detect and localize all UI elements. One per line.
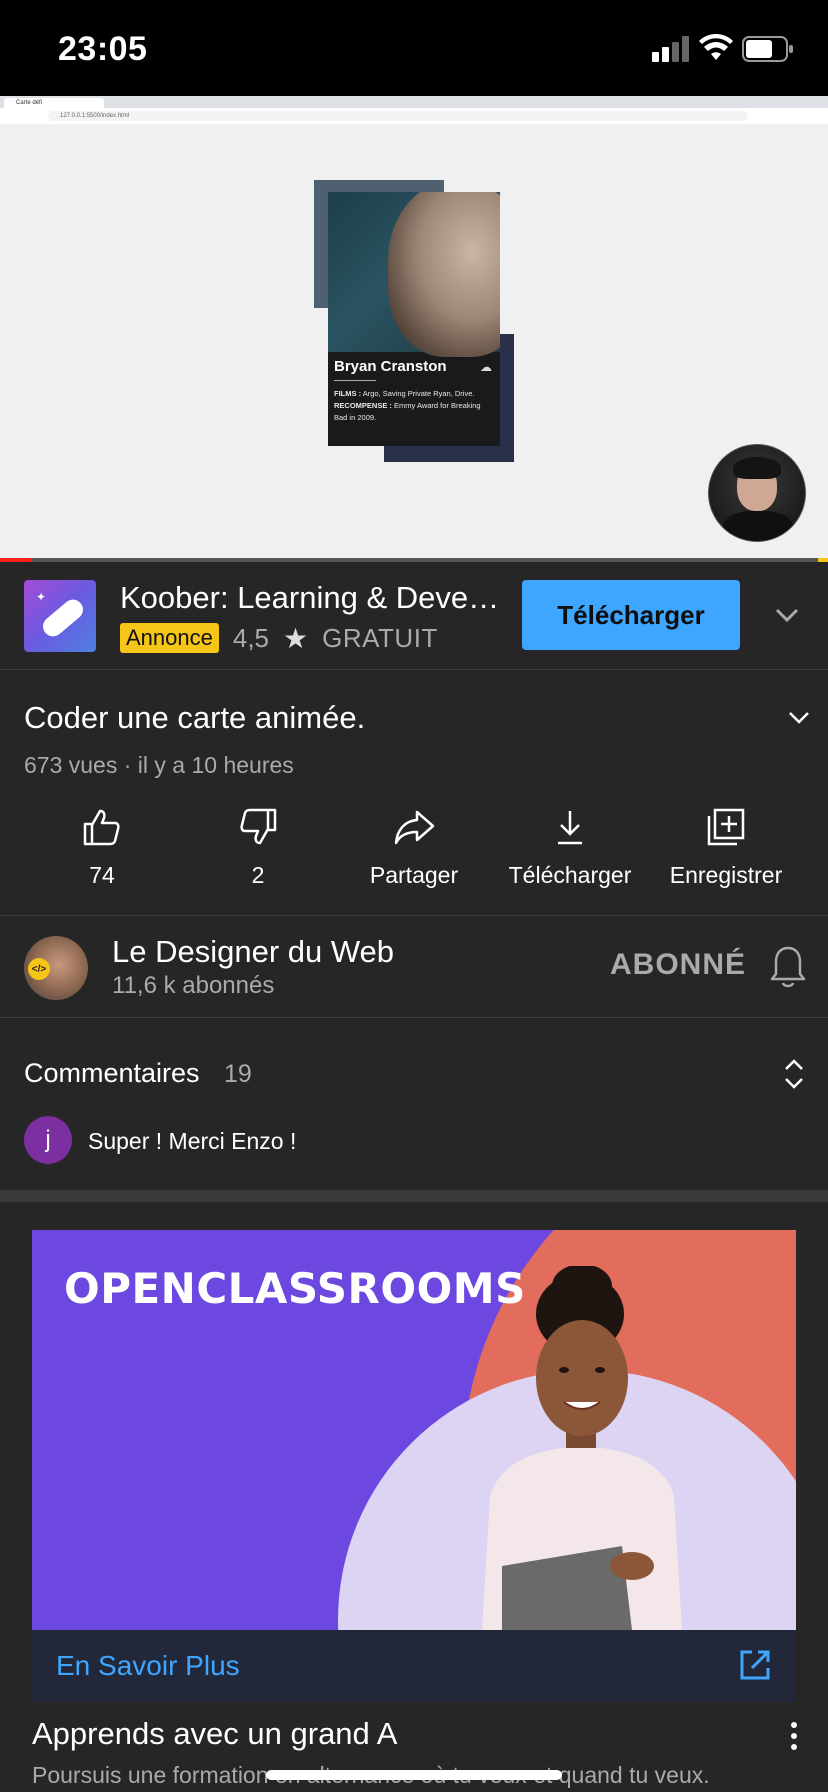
home-indicator[interactable] [266,1770,562,1780]
recorded-browser-bar: Carte défi 127.0.0.1:5500/index.html [0,96,828,124]
ad-install-button[interactable]: Télécharger [522,580,740,650]
learn-more-link[interactable]: En Savoir Plus [56,1650,240,1682]
like-count: 74 [89,862,115,888]
status-bar: 23:05 [0,0,828,96]
koober-app-icon[interactable]: ✦ [24,580,96,652]
card-divider [334,380,376,381]
dislike-button[interactable]: 2 [180,806,336,906]
download-label: Télécharger [508,862,632,888]
more-options-icon[interactable] [786,1720,802,1752]
star-icon: ★ [283,622,309,654]
code-tag-icon: </> [28,958,50,980]
ad-price: GRATUIT [322,622,438,653]
status-time: 23:05 [58,30,148,68]
download-icon [558,811,582,845]
expand-description-icon[interactable] [784,702,814,732]
bandage-icon [38,595,88,641]
comment-text: Super ! Merci Enzo ! [88,1128,297,1154]
section-divider [0,1190,828,1202]
browser-address-bar: 127.0.0.1:5500/index.html [0,108,828,124]
promo-image[interactable]: OPENCLASSROOMS [32,1230,796,1630]
share-icon [394,810,435,845]
app-ad-banner[interactable]: ✦ Koober: Learning & Devel… Annonce 4,5 … [0,562,828,670]
expand-collapse-icon[interactable] [780,1056,808,1092]
sparkle-icon: ✦ [36,590,47,604]
actor-name: Bryan Cranston [334,358,447,375]
share-label: Partager [369,862,459,888]
commenter-avatar[interactable]: j [24,1116,72,1164]
save-icon [707,808,745,846]
download-button[interactable]: Télécharger [492,806,648,906]
share-button[interactable]: Partager [336,806,492,906]
like-button[interactable]: 74 [24,806,180,906]
actor-photo [328,192,500,357]
browser-tab: Carte défi [4,98,104,108]
video-player[interactable]: Carte défi 127.0.0.1:5500/index.html Bry… [0,96,828,562]
comments-heading: Commentaires [24,1058,200,1088]
dislike-count: 2 [251,862,265,888]
thumbs-down-icon [240,808,277,845]
learn-more-bar[interactable]: En Savoir Plus [32,1630,796,1702]
promo-person-illustration [482,1266,682,1630]
save-label: Enregistrer [669,862,783,888]
award-label: RECOMPENSE : [334,401,392,410]
video-title[interactable]: Coder une carte animée. [24,700,365,736]
battery-icon [742,36,793,62]
cloud-icon: ☁ [480,360,492,374]
films-value: Argo, Saving Private Ryan, Drive. [362,389,475,398]
ad-app-title[interactable]: Koober: Learning & Devel… [120,580,500,616]
actor-face [388,192,500,357]
subscribed-button[interactable]: ABONNÉ [610,948,746,982]
actor-info: FILMS : Argo, Saving Private Ryan, Drive… [334,388,496,424]
thumbs-up-icon [83,809,120,846]
webcam-person-body [723,511,793,541]
channel-avatar[interactable]: </> [24,936,88,1000]
films-label: FILMS : [334,389,362,398]
comments-section[interactable]: Commentaires 19 j Super ! Merci Enzo ! [0,1018,828,1190]
video-actions: 74 2 Partager Télécharger Enregistrer [24,806,804,906]
save-button[interactable]: Enregistrer [648,806,804,906]
browser-url: 127.0.0.1:5500/index.html [48,111,748,121]
video-meta: 673 vues · il y a 10 heures [24,752,294,778]
channel-row[interactable]: </> Le Designer du Web 11,6 k abonnés AB… [0,916,828,1018]
comments-count: 19 [224,1060,252,1088]
ad-badge: Annonce [120,623,219,653]
channel-subscribers: 11,6 k abonnés [112,972,275,999]
webcam-person-hair [733,457,781,479]
ad-meta: Annonce 4,5 ★ GRATUIT [120,622,438,654]
webcam-overlay [708,444,806,542]
actor-card: Bryan Cranston ☁ FILMS : Argo, Saving Pr… [328,192,500,446]
channel-name[interactable]: Le Designer du Web [112,934,394,970]
ad-rating: 4,5 [232,622,270,653]
promo-title[interactable]: Apprends avec un grand A [32,1716,397,1752]
wifi-icon [699,34,733,60]
openclassrooms-logo: OPENCLASSROOMS [64,1264,526,1313]
bell-icon[interactable] [768,944,808,990]
external-link-icon[interactable] [738,1648,772,1682]
video-info: Coder une carte animée. 673 vues · il y … [0,670,828,916]
cellular-signal-icon [652,36,689,62]
chevron-down-icon[interactable] [772,600,802,630]
